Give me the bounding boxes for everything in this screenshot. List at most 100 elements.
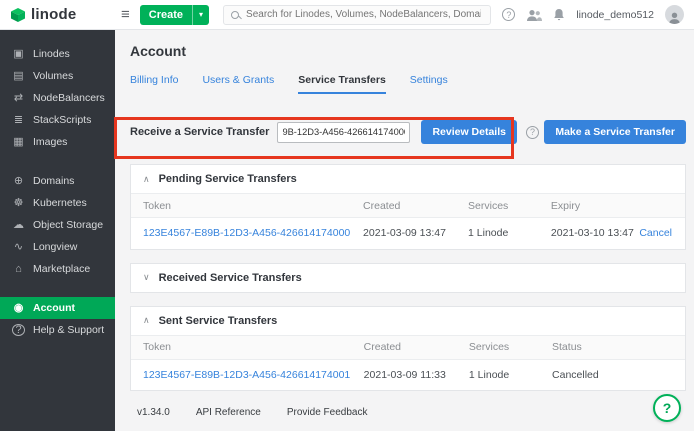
tab-bar: Billing Info Users & Grants Service Tran… <box>130 74 694 94</box>
sidebar-item-domains[interactable]: ⊕ Domains <box>0 170 115 192</box>
sidebar-item-label: Marketplace <box>33 263 90 275</box>
cancel-link[interactable]: Cancel <box>639 227 672 239</box>
table-header-row: Token Created Services Expiry <box>131 194 685 218</box>
sidebar-item-label: Linodes <box>33 48 70 60</box>
create-button-label: Create <box>140 5 192 25</box>
linode-logo[interactable]: linode <box>0 6 115 23</box>
column-header-expiry: Expiry <box>551 194 639 218</box>
help-support-icon: ? <box>12 324 25 336</box>
token-link[interactable]: 123E4567-E89B-12D3-A456-426614174000 <box>143 227 350 239</box>
sidebar-item-label: Domains <box>33 175 74 187</box>
sent-transfers-table: Token Created Services Status 123E4567-E… <box>131 335 685 391</box>
longview-icon: ∿ <box>12 242 25 253</box>
topbar-right: ? linode_demo512 <box>502 5 694 24</box>
tab-settings[interactable]: Settings <box>410 74 448 94</box>
received-transfers-card: ∨ Received Service Transfers <box>130 263 686 293</box>
transfer-help-icon[interactable]: ? <box>526 126 539 139</box>
volumes-icon: ▤ <box>12 71 25 82</box>
chevron-up-icon[interactable]: ∧ <box>143 174 150 185</box>
status-cell: Cancelled <box>552 359 685 390</box>
services-cell: 1 Linode <box>468 218 551 249</box>
column-header-status: Status <box>552 335 685 359</box>
chevron-down-icon: ▾ <box>192 5 209 25</box>
chat-help-button[interactable]: ? <box>653 394 681 422</box>
logo-text: linode <box>31 6 76 23</box>
avatar[interactable] <box>665 5 684 24</box>
chevron-up-icon[interactable]: ∧ <box>143 315 150 326</box>
main-content: Account Billing Info Users & Grants Serv… <box>115 30 694 431</box>
sidebar-item-marketplace[interactable]: ⌂ Marketplace <box>0 258 115 280</box>
domains-icon: ⊕ <box>12 176 25 187</box>
stackscripts-icon: ≣ <box>12 115 25 126</box>
search-icon <box>231 11 239 19</box>
section-title: Sent Service Transfers <box>159 315 278 327</box>
sidebar-item-label: Help & Support <box>33 324 104 336</box>
images-icon: ▦ <box>12 137 25 148</box>
api-reference-link[interactable]: API Reference <box>196 407 261 418</box>
column-header-services: Services <box>469 335 552 359</box>
nodebalancers-icon: ⇄ <box>12 93 25 104</box>
sidebar-item-label: Volumes <box>33 70 73 82</box>
pending-transfers-header[interactable]: ∧ Pending Service Transfers <box>131 165 685 193</box>
tab-users-grants[interactable]: Users & Grants <box>202 74 274 94</box>
created-cell: 2021-03-09 13:47 <box>363 218 468 249</box>
topbar: linode ≡ Create ▾ ? linode_demo512 <box>0 0 694 30</box>
sidebar-item-label: Images <box>33 136 67 148</box>
tab-service-transfers[interactable]: Service Transfers <box>298 74 386 94</box>
sidebar-item-object-storage[interactable]: ☁ Object Storage <box>0 214 115 236</box>
sidebar-item-images[interactable]: ▦ Images <box>0 131 115 153</box>
provide-feedback-link[interactable]: Provide Feedback <box>287 407 368 418</box>
linode-logo-icon <box>10 7 26 23</box>
kubernetes-icon: ☸ <box>12 198 25 209</box>
table-header-row: Token Created Services Status <box>131 335 685 359</box>
sidebar-item-label: Kubernetes <box>33 197 87 209</box>
pending-transfers-table: Token Created Services Expiry 123E4567-E… <box>131 193 685 249</box>
sidebar-group-divider <box>0 280 115 297</box>
help-icon[interactable]: ? <box>502 8 515 21</box>
hamburger-menu-icon[interactable]: ≡ <box>121 7 130 22</box>
sidebar-item-kubernetes[interactable]: ☸ Kubernetes <box>0 192 115 214</box>
tab-billing-info[interactable]: Billing Info <box>130 74 178 94</box>
sidebar-item-longview[interactable]: ∿ Longview <box>0 236 115 258</box>
notifications-bell-icon[interactable] <box>553 8 565 21</box>
create-button[interactable]: Create ▾ <box>140 5 209 25</box>
sidebar-item-help-support[interactable]: ? Help & Support <box>0 319 115 341</box>
sidebar-item-nodebalancers[interactable]: ⇄ NodeBalancers <box>0 87 115 109</box>
object-storage-icon: ☁ <box>12 220 25 231</box>
expiry-cell: 2021-03-10 13:47 <box>551 218 639 249</box>
sidebar: ▣ Linodes ▤ Volumes ⇄ NodeBalancers ≣ St… <box>0 30 115 431</box>
sidebar-item-label: Longview <box>33 241 77 253</box>
username[interactable]: linode_demo512 <box>576 9 654 21</box>
table-row: 123E4567-E89B-12D3-A456-426614174001 202… <box>131 359 685 390</box>
marketplace-icon: ⌂ <box>12 264 25 275</box>
sidebar-item-account[interactable]: ◉ Account <box>0 297 115 319</box>
linodes-icon: ▣ <box>12 49 25 60</box>
section-title: Received Service Transfers <box>159 272 302 284</box>
column-header-actions <box>639 194 685 218</box>
sidebar-item-volumes[interactable]: ▤ Volumes <box>0 65 115 87</box>
sidebar-group-divider <box>0 153 115 170</box>
sidebar-item-stackscripts[interactable]: ≣ StackScripts <box>0 109 115 131</box>
search-input[interactable] <box>244 8 483 21</box>
sidebar-item-linodes[interactable]: ▣ Linodes <box>0 43 115 65</box>
received-transfers-header[interactable]: ∨ Received Service Transfers <box>131 264 685 292</box>
global-search[interactable] <box>223 5 491 25</box>
review-details-button[interactable]: Review Details <box>421 120 517 144</box>
column-header-token: Token <box>131 335 364 359</box>
chevron-down-icon[interactable]: ∨ <box>143 272 150 283</box>
linode-cloud-manager: linode ≡ Create ▾ ? linode_demo512 <box>0 0 694 431</box>
page-title: Account <box>130 43 694 59</box>
make-service-transfer-button[interactable]: Make a Service Transfer <box>544 120 686 144</box>
table-row: 123E4567-E89B-12D3-A456-426614174000 202… <box>131 218 685 249</box>
sent-transfers-header[interactable]: ∧ Sent Service Transfers <box>131 307 685 335</box>
transfer-token-input[interactable] <box>277 122 410 143</box>
user-silhouette-icon <box>668 11 681 24</box>
account-icon: ◉ <box>12 303 25 314</box>
token-link[interactable]: 123E4567-E89B-12D3-A456-426614174001 <box>143 369 350 381</box>
version-label: v1.34.0 <box>137 407 170 418</box>
sidebar-item-label: Account <box>33 302 75 314</box>
column-header-token: Token <box>131 194 363 218</box>
community-icon[interactable] <box>526 9 542 21</box>
receive-transfer-bar: Receive a Service Transfer Review Detail… <box>130 119 686 145</box>
receive-transfer-label: Receive a Service Transfer <box>130 126 269 138</box>
